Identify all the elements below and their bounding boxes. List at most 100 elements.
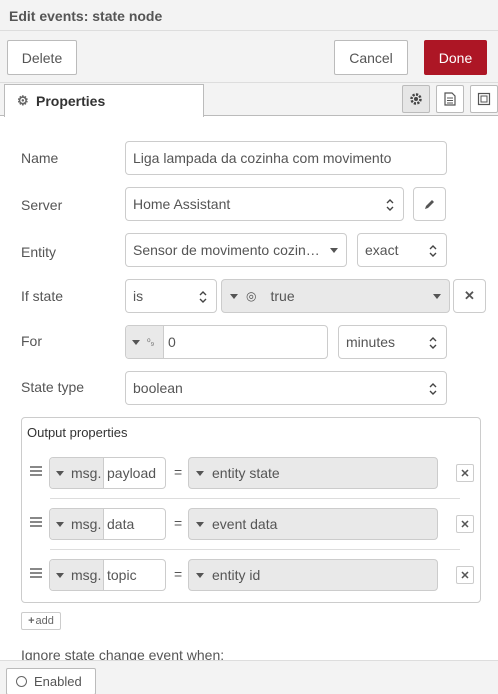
- pencil-icon: [425, 199, 434, 209]
- msg-prefix: msg.: [71, 567, 102, 583]
- statetype-label: State type: [21, 379, 85, 395]
- drag-handle-icon[interactable]: [30, 517, 42, 529]
- boolean-type-icon: ◎: [246, 289, 257, 303]
- document-icon: [444, 92, 456, 106]
- server-value: Home Assistant: [133, 196, 231, 212]
- value-input[interactable]: entity state: [188, 457, 438, 489]
- ifstate-label: If state: [21, 288, 64, 304]
- for-input[interactable]: ⁰₉ 0: [125, 325, 328, 359]
- property-name: topic: [107, 567, 137, 583]
- entity-value: Sensor de movimento cozin…: [133, 242, 320, 258]
- type-dropdown-icon: [196, 470, 204, 476]
- add-label: add: [35, 615, 54, 627]
- remove-row-button[interactable]: ✕: [456, 464, 474, 482]
- plus-icon: +: [28, 615, 35, 627]
- ifstate-operator-value: is: [133, 288, 144, 304]
- delete-button[interactable]: Delete: [7, 40, 77, 75]
- entity-select[interactable]: Sensor de movimento cozin…: [125, 233, 347, 267]
- property-input[interactable]: msg. topic: [49, 559, 166, 591]
- drag-handle-icon[interactable]: [30, 466, 42, 478]
- type-dropdown-icon: [132, 339, 140, 345]
- property-type-button[interactable]: msg.: [50, 509, 104, 539]
- server-select[interactable]: Home Assistant: [125, 187, 404, 221]
- type-dropdown-icon: [56, 572, 64, 578]
- tab-properties[interactable]: ⚙ Properties: [4, 84, 204, 117]
- output-properties-box: Output properties msg. payload = entity …: [21, 417, 481, 603]
- tray-toolbar: Delete Cancel Done: [0, 31, 498, 83]
- server-label: Server: [21, 197, 63, 213]
- gear-icon: ⚙: [17, 93, 29, 108]
- type-dropdown-icon: [230, 293, 238, 299]
- add-property-button[interactable]: + add: [21, 612, 61, 630]
- equals-sign: =: [174, 515, 183, 531]
- equals-sign: =: [174, 566, 183, 582]
- property-type-button[interactable]: msg.: [50, 560, 104, 590]
- dropdown-arrow-icon: [330, 248, 338, 253]
- msg-prefix: msg.: [71, 516, 102, 532]
- tray-footer: Enabled: [0, 660, 498, 694]
- cancel-button[interactable]: Cancel: [334, 40, 408, 75]
- frame-icon: [477, 92, 491, 106]
- close-icon: ✕: [464, 288, 475, 303]
- type-dropdown-icon: [196, 572, 204, 578]
- updown-chevron-icon: [429, 337, 437, 349]
- tabs-bar: ⚙ Properties: [0, 83, 498, 117]
- dropdown-arrow-icon: [433, 294, 441, 299]
- settings-tab-button[interactable]: [402, 85, 430, 113]
- remove-row-button[interactable]: ✕: [456, 566, 474, 584]
- output-properties-title: Output properties: [27, 425, 128, 440]
- type-dropdown-icon: [56, 521, 64, 527]
- tray-title: Edit events: state node: [9, 8, 163, 24]
- circle-icon: [16, 676, 27, 687]
- property-type-button[interactable]: msg.: [50, 458, 104, 488]
- edit-server-button[interactable]: [413, 187, 446, 221]
- property-input[interactable]: msg. payload: [49, 457, 166, 489]
- list-item: msg. topic = entity id ✕: [22, 550, 480, 600]
- property-name: payload: [107, 465, 157, 481]
- for-unit-value: minutes: [346, 334, 396, 350]
- properties-form: Name Liga lampada da cozinha com movimen…: [0, 117, 498, 663]
- for-label: For: [21, 333, 42, 349]
- for-type-button[interactable]: ⁰₉: [126, 326, 164, 358]
- updown-chevron-icon: [386, 199, 394, 211]
- for-value: 0: [168, 334, 176, 350]
- description-tab-button[interactable]: [436, 85, 464, 113]
- type-dropdown-icon: [56, 470, 64, 476]
- statetype-select[interactable]: boolean: [125, 371, 447, 405]
- property-input[interactable]: msg. data: [49, 508, 166, 540]
- name-label: Name: [21, 150, 59, 166]
- value-text: entity id: [212, 567, 261, 583]
- list-item: msg. payload = entity state ✕: [22, 448, 480, 498]
- msg-prefix: msg.: [71, 465, 102, 481]
- ifstate-value-input[interactable]: ◎ true: [221, 279, 450, 313]
- tray-header: Edit events: state node: [0, 0, 498, 31]
- value-text: event data: [212, 516, 278, 532]
- ifstate-value: true: [270, 288, 295, 304]
- ifstate-operator-select[interactable]: is: [125, 279, 217, 313]
- enabled-label: Enabled: [34, 674, 82, 689]
- statetype-value: boolean: [133, 380, 183, 396]
- enabled-toggle[interactable]: Enabled: [6, 668, 96, 694]
- tab-properties-label: Properties: [36, 93, 106, 109]
- equals-sign: =: [174, 464, 183, 480]
- value-input[interactable]: entity id: [188, 559, 438, 591]
- appearance-tab-button[interactable]: [470, 85, 498, 113]
- property-name: data: [107, 516, 135, 532]
- for-unit-select[interactable]: minutes: [338, 325, 447, 359]
- type-dropdown-icon: [196, 521, 204, 527]
- list-item: msg. data = event data ✕: [22, 499, 480, 549]
- remove-row-button[interactable]: ✕: [456, 515, 474, 533]
- updown-chevron-icon: [429, 245, 437, 257]
- clear-ifstate-button[interactable]: ✕: [453, 279, 486, 313]
- entity-match-select[interactable]: exact: [357, 233, 447, 267]
- name-input[interactable]: Liga lampada da cozinha com movimento: [125, 141, 447, 175]
- entity-match-value: exact: [365, 242, 399, 258]
- gear-icon: [410, 93, 422, 105]
- value-text: entity state: [212, 465, 280, 481]
- done-button[interactable]: Done: [424, 40, 487, 75]
- number-type-icon: ⁰₉: [147, 336, 155, 347]
- entity-label: Entity: [21, 244, 57, 260]
- drag-handle-icon[interactable]: [30, 568, 42, 580]
- updown-chevron-icon: [199, 291, 207, 303]
- value-input[interactable]: event data: [188, 508, 438, 540]
